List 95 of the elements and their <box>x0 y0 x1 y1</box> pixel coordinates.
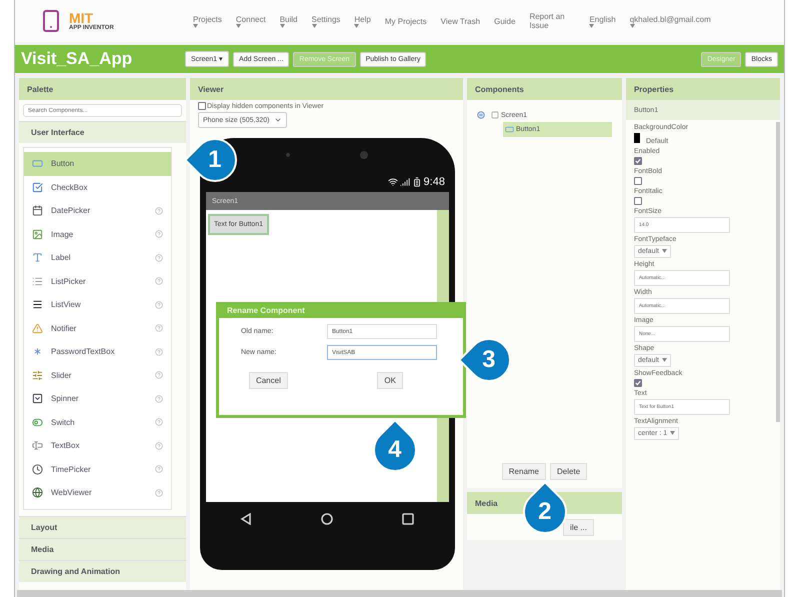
menu-item[interactable]: My Projects <box>384 16 427 26</box>
clock-icon <box>32 464 43 475</box>
category-header[interactable]: Media <box>19 538 186 560</box>
help-icon[interactable] <box>154 206 163 215</box>
list-icon <box>32 276 43 287</box>
recents-icon[interactable] <box>402 513 414 525</box>
palette-item[interactable]: Spinner <box>24 387 171 410</box>
label-icon <box>32 252 43 264</box>
dialog-button[interactable]: OK <box>377 372 403 389</box>
home-icon[interactable] <box>321 513 334 525</box>
checkbox[interactable] <box>198 102 206 110</box>
help-icon[interactable] <box>154 300 163 309</box>
chevron-down-icon <box>274 116 282 124</box>
panel-header: Viewer <box>190 78 463 100</box>
menu-item[interactable]: qkhaled.bl@gmail.com <box>630 14 711 24</box>
component-button[interactable]: Delete <box>550 463 588 480</box>
caret-icon <box>662 249 667 253</box>
help-icon[interactable] <box>154 277 163 286</box>
dialog-button[interactable]: Cancel <box>248 372 288 389</box>
toggle-icon <box>32 416 43 428</box>
menu-item[interactable]: Help <box>354 14 371 24</box>
help-icon[interactable] <box>154 418 163 426</box>
category-header[interactable]: User Interface <box>19 121 186 143</box>
help-icon[interactable] <box>154 254 163 262</box>
warning-icon <box>32 322 43 334</box>
collapse-icon[interactable] <box>476 111 485 119</box>
button-icon <box>504 125 514 134</box>
help-icon[interactable] <box>154 324 163 332</box>
logo-title: MIT <box>69 11 94 25</box>
category-header[interactable]: Drawing and Animation <box>19 560 186 582</box>
help-icon[interactable] <box>154 488 163 497</box>
palette-item[interactable]: Notifier <box>24 316 171 340</box>
horizontal-scrollbar[interactable] <box>17 590 782 597</box>
menu-item[interactable]: Build <box>280 14 298 24</box>
panel-header: Palette <box>19 78 186 100</box>
list-icon <box>32 299 43 310</box>
text-field-icon <box>32 440 43 452</box>
caret-icon <box>662 358 667 362</box>
wifi-icon <box>388 177 398 187</box>
signal-icon <box>400 177 410 187</box>
palette-item[interactable]: Slider <box>24 364 171 387</box>
menu-item[interactable]: Settings <box>312 14 340 24</box>
help-icon[interactable] <box>154 230 163 238</box>
panel-header: Properties <box>626 78 780 100</box>
dialog-title: Rename Component <box>218 302 463 318</box>
checkbox[interactable] <box>634 177 642 185</box>
checkbox[interactable] <box>634 197 642 205</box>
component-button[interactable]: Rename <box>502 463 546 480</box>
panel-header: Components <box>466 78 622 100</box>
palette-item[interactable]: ListView <box>24 293 171 316</box>
menu-item[interactable]: View Trash <box>440 16 480 26</box>
password-icon <box>32 346 43 358</box>
menu-item[interactable]: Report an Issue <box>529 12 576 30</box>
sensor-icon <box>286 153 290 157</box>
checkbox[interactable] <box>634 157 642 165</box>
palette-item[interactable]: PasswordTextBox <box>24 340 171 364</box>
category-header[interactable]: Layout <box>19 516 186 538</box>
help-icon[interactable] <box>154 371 163 380</box>
image-icon <box>32 228 43 240</box>
palette-item[interactable]: Image <box>24 222 171 246</box>
help-icon[interactable] <box>154 442 163 450</box>
camera-icon <box>360 151 368 159</box>
checkbox[interactable] <box>634 379 642 387</box>
spinner-icon <box>32 393 43 404</box>
checkmark-icon <box>634 158 641 164</box>
slider-icon <box>32 370 43 381</box>
screen-icon <box>490 111 499 119</box>
menu-item[interactable]: Guide <box>494 16 516 26</box>
clock-time: 9:48 <box>424 176 445 188</box>
upload-button[interactable]: ile ... <box>563 519 594 536</box>
back-icon[interactable] <box>240 513 252 525</box>
palette-item[interactable]: ListPicker <box>24 270 171 293</box>
palette-item[interactable]: WebViewer <box>24 481 171 504</box>
battery-icon <box>412 177 422 187</box>
palette-item[interactable]: Button <box>24 152 171 176</box>
menu-item[interactable]: Projects <box>193 14 222 24</box>
palette-item[interactable]: Label <box>24 246 171 270</box>
palette-item[interactable]: CheckBox <box>24 176 171 199</box>
project-title: Visit_SA_App <box>21 49 134 69</box>
checkmark-icon <box>634 380 641 386</box>
palette-item[interactable]: TimePicker <box>24 458 171 481</box>
palette-item[interactable]: DatePicker <box>24 199 171 222</box>
vertical-scrollbar[interactable] <box>776 122 780 422</box>
globe-icon <box>32 487 43 498</box>
help-icon[interactable] <box>154 394 163 403</box>
help-icon[interactable] <box>154 348 163 356</box>
palette-item[interactable]: TextBox <box>24 434 171 458</box>
palette-item[interactable]: Switch <box>24 410 171 434</box>
menu-item[interactable]: English <box>589 14 616 24</box>
checkbox-icon <box>32 182 43 193</box>
menu-item[interactable]: Connect <box>236 14 266 24</box>
caret-icon <box>670 431 676 435</box>
calendar-icon <box>32 205 43 216</box>
button-icon <box>32 158 43 170</box>
help-icon[interactable] <box>154 465 163 474</box>
